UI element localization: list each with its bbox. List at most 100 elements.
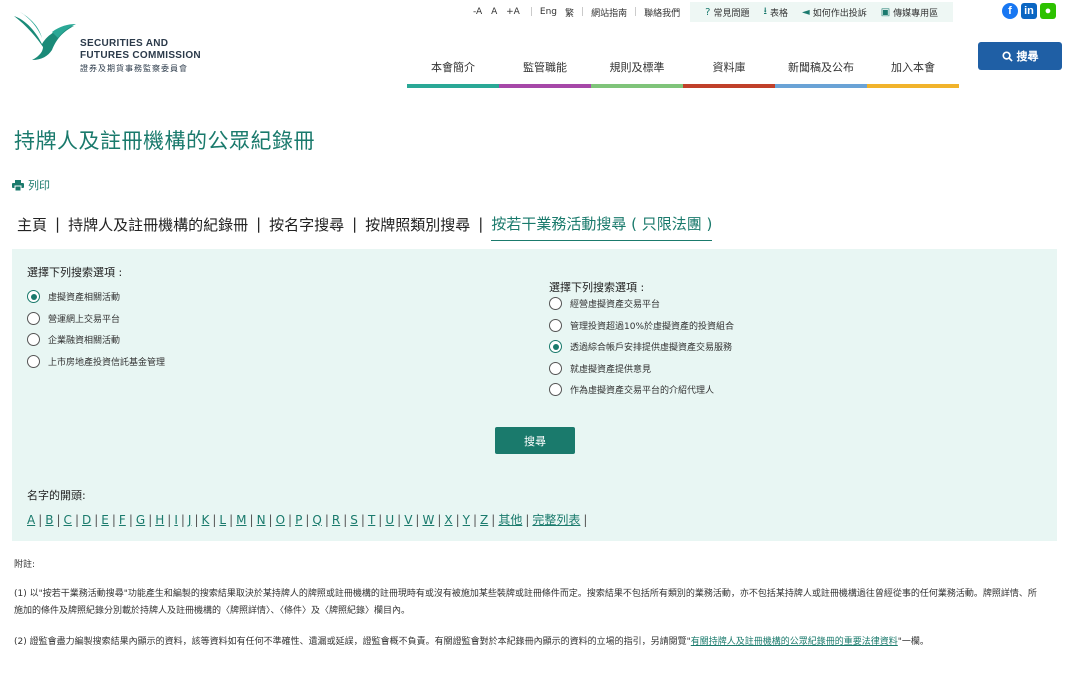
language-english-link[interactable]: Eng	[540, 7, 557, 17]
printer-icon	[12, 179, 24, 191]
breadcrumb: 主頁 | 持牌人及註冊機構的紀錄冊 | 按名字搜尋 | 按牌照類別搜尋 | 按若…	[17, 207, 713, 241]
alphabet-separator: |	[455, 512, 460, 527]
breadcrumb-separator: |	[352, 215, 358, 233]
radio-button[interactable]	[549, 361, 562, 375]
radio-button[interactable]	[27, 290, 40, 304]
letter-link-g[interactable]: G	[136, 513, 145, 527]
alphabet-separator: |	[212, 512, 217, 527]
breadcrumb-register[interactable]: 持牌人及註冊機構的紀錄冊	[68, 214, 248, 235]
contact-link[interactable]: 聯絡我們	[644, 6, 680, 19]
alphabet-separator: |	[249, 512, 254, 527]
language-traditional-link[interactable]: 繁	[565, 6, 574, 19]
radio-va-trading-platform[interactable]: 經營虛擬資產交易平台	[549, 293, 734, 315]
letter-link-f[interactable]: F	[119, 513, 126, 527]
radio-va-omnibus-dealing[interactable]: 透過綜合帳戶安排提供虛擬資產交易服務	[549, 336, 734, 358]
radio-virtual-asset-activities[interactable]: 虛擬資產相關活動	[27, 286, 165, 308]
letter-link-h[interactable]: H	[155, 513, 164, 527]
alphabet-separator: |	[378, 512, 383, 527]
radio-button[interactable]	[549, 318, 562, 332]
full-list-link[interactable]: 完整列表	[532, 511, 580, 528]
print-button[interactable]: 列印	[12, 177, 50, 193]
complaint-link[interactable]: ◄ 如何作出投訴	[802, 6, 867, 19]
breadcrumb-search-by-licence[interactable]: 按牌照類別搜尋	[365, 214, 470, 235]
radio-va-introducing-agent[interactable]: 作為虛擬資產交易平台的介紹代理人	[549, 379, 734, 401]
letter-link-c[interactable]: C	[64, 513, 72, 527]
site-map-link[interactable]: 網站指南	[591, 6, 627, 19]
alphabet-separator: |	[128, 512, 133, 527]
letter-link-r[interactable]: R	[332, 513, 340, 527]
font-larger-button[interactable]: +A	[506, 7, 520, 17]
font-size-controls: -A A +A	[470, 7, 523, 17]
letter-link-m[interactable]: M	[236, 513, 246, 527]
nav-careers[interactable]: 加入本會	[867, 48, 959, 88]
nav-regulatory-functions[interactable]: 監管職能	[499, 48, 591, 88]
alphabet-separator: |	[437, 512, 442, 527]
letter-link-q[interactable]: Q	[312, 513, 321, 527]
search-panel: 選擇下列搜索選項 : 虛擬資產相關活動 營運網上交易平台 企業融資相關活動 上市…	[12, 249, 1057, 541]
facebook-icon[interactable]: f	[1002, 3, 1018, 19]
letter-link-w[interactable]: W	[422, 513, 434, 527]
logo-chinese-text: 證券及期貨事務監察委員會	[80, 64, 188, 73]
radio-button[interactable]	[549, 340, 562, 354]
radio-button[interactable]	[27, 333, 40, 347]
search-submit-button[interactable]: 搜尋	[495, 427, 575, 454]
breadcrumb-separator: |	[55, 215, 61, 233]
quick-links: ? 常見問題 ⭳ 表格 ◄ 如何作出投訴 ▣ 傳媒專用區	[690, 2, 954, 22]
letter-link-b[interactable]: B	[45, 513, 53, 527]
note-2: (2) 證監會盡力編製搜索結果內顯示的資料，該等資料如有任何不準確性、遺漏或延誤…	[14, 637, 929, 647]
letter-link-a[interactable]: A	[27, 513, 35, 527]
divider: |	[634, 7, 638, 17]
radio-button[interactable]	[549, 383, 562, 397]
letter-link-i[interactable]: I	[174, 513, 178, 527]
nav-about[interactable]: 本會簡介	[407, 48, 499, 88]
font-smaller-button[interactable]: -A	[473, 7, 482, 17]
radio-va-portfolio-management[interactable]: 管理投資超過10%於虛擬資產的投資組合	[549, 315, 734, 337]
letter-link-u[interactable]: U	[385, 513, 394, 527]
main-navigation: 本會簡介 監管職能 規則及標準 資料庫 新聞稿及公布 加入本會	[407, 48, 959, 88]
legal-information-link[interactable]: 有關持牌人及註冊機構的公眾紀錄冊的重要法律資料	[691, 637, 898, 647]
linkedin-icon[interactable]: in	[1021, 3, 1037, 19]
alphabet-separator: |	[194, 512, 199, 527]
letter-link-v[interactable]: V	[404, 513, 412, 527]
image-icon: ▣	[880, 6, 891, 18]
sfc-logo[interactable]: SECURITIES AND FUTURES COMMISSION 證券及期貨事…	[12, 10, 212, 73]
letter-link-y[interactable]: Y	[463, 513, 470, 527]
nav-rules-standards[interactable]: 規則及標準	[591, 48, 683, 88]
letter-link-d[interactable]: D	[82, 513, 91, 527]
letter-link-x[interactable]: X	[444, 513, 452, 527]
nav-news[interactable]: 新聞稿及公布	[775, 48, 867, 88]
media-link[interactable]: ▣ 傳媒專用區	[881, 6, 938, 19]
font-normal-button[interactable]: A	[491, 7, 497, 17]
wechat-icon[interactable]: ●	[1040, 3, 1056, 19]
radio-button[interactable]	[27, 311, 40, 325]
letter-link-j[interactable]: J	[188, 513, 192, 527]
bird-logo-icon	[14, 12, 76, 60]
breadcrumb-search-by-name[interactable]: 按名字搜尋	[269, 214, 344, 235]
radio-reit-management[interactable]: 上市房地產投資信託基金管理	[27, 351, 165, 373]
others-link[interactable]: 其他	[498, 511, 522, 528]
left-options-list: 虛擬資產相關活動 營運網上交易平台 企業融資相關活動 上市房地產投資信託基金管理	[27, 286, 165, 372]
radio-online-trading-platform[interactable]: 營運網上交易平台	[27, 308, 165, 330]
letter-link-k[interactable]: K	[202, 513, 210, 527]
radio-button[interactable]	[27, 354, 40, 368]
breadcrumb-home[interactable]: 主頁	[17, 214, 47, 235]
letter-link-p[interactable]: P	[295, 513, 302, 527]
letter-link-t[interactable]: T	[368, 513, 375, 527]
logo-english-text: SECURITIES AND FUTURES COMMISSION	[80, 38, 201, 61]
letter-link-s[interactable]: S	[350, 513, 358, 527]
radio-button[interactable]	[549, 297, 562, 311]
radio-corporate-finance[interactable]: 企業融資相關活動	[27, 329, 165, 351]
faq-link[interactable]: ? 常見問題	[705, 6, 749, 19]
letter-link-z[interactable]: Z	[480, 513, 488, 527]
letter-link-o[interactable]: O	[276, 513, 285, 527]
breadcrumb-search-by-activity[interactable]: 按若干業務活動搜尋 ( 只限法團 )	[491, 213, 713, 241]
download-icon: ⭳	[763, 5, 767, 17]
letter-link-n[interactable]: N	[257, 513, 266, 527]
radio-va-advice[interactable]: 就虛擬資產提供意見	[549, 358, 734, 380]
alphabet-separator: |	[180, 512, 185, 527]
forms-link[interactable]: ⭳ 表格	[763, 4, 788, 21]
site-search-button[interactable]: 搜尋	[978, 42, 1062, 70]
letter-link-e[interactable]: E	[101, 513, 109, 527]
nav-database[interactable]: 資料庫	[683, 48, 775, 88]
letter-link-l[interactable]: L	[219, 513, 226, 527]
